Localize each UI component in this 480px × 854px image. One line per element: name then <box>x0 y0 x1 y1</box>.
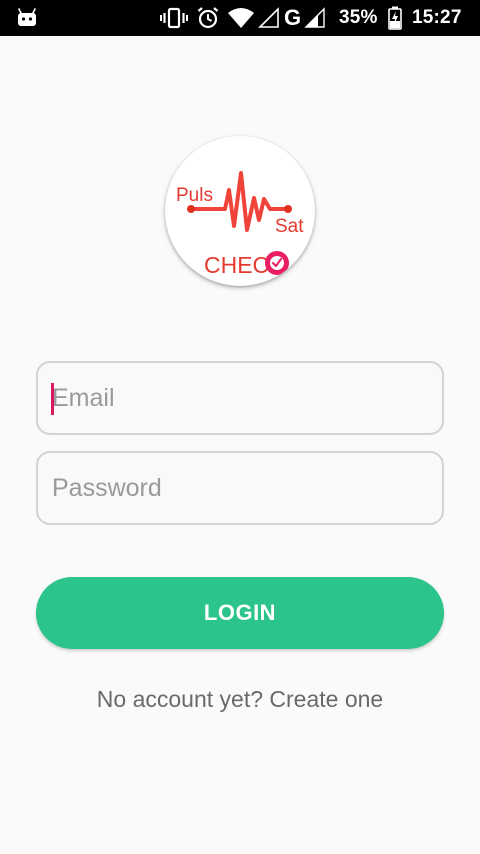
battery-percent: 35% <box>339 7 378 28</box>
email-field[interactable]: Email <box>36 361 444 435</box>
network-type-label: G <box>284 5 302 30</box>
logo-text-sat: Sat <box>275 216 304 237</box>
password-placeholder: Password <box>52 474 162 502</box>
alarm-icon <box>196 0 220 36</box>
android-icon <box>16 0 38 36</box>
signal-icon <box>258 0 280 36</box>
login-button[interactable]: LOGIN <box>36 577 444 649</box>
create-account-link[interactable]: No account yet? Create one <box>0 686 480 713</box>
wifi-icon <box>227 0 255 36</box>
vibrate-icon <box>160 0 188 36</box>
app-logo: Puls Sat CHECK <box>165 136 315 286</box>
signal-icon <box>304 0 326 36</box>
check-badge-icon <box>265 251 289 275</box>
logo-text-puls: Puls <box>176 185 213 206</box>
status-time: 15:27 <box>412 7 462 28</box>
login-button-label: LOGIN <box>203 600 277 625</box>
email-placeholder: Email <box>52 384 115 412</box>
battery-charging-icon <box>388 0 402 36</box>
password-field[interactable]: Password <box>36 451 444 525</box>
status-bar: G 35% 15:27 <box>0 0 480 36</box>
